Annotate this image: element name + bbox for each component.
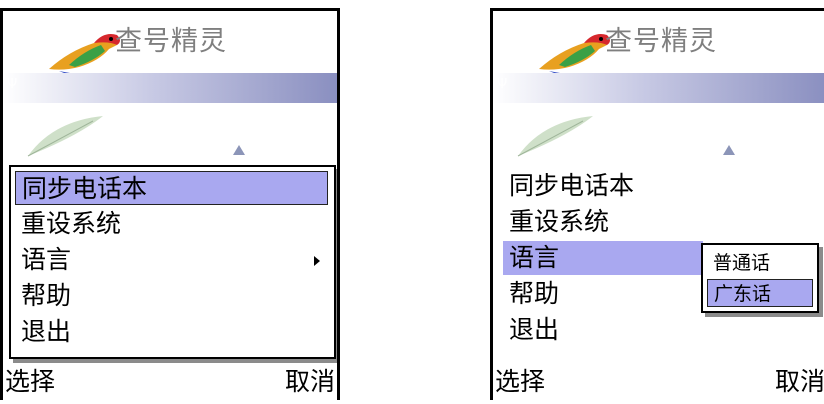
menu-item-sync-phonebook[interactable]: 同步电话本 xyxy=(503,169,816,203)
cancel-softkey[interactable]: 取消 xyxy=(285,362,335,398)
menu-item-reset-system[interactable]: 重设系统 xyxy=(503,205,816,239)
menu-item-label: 重设系统 xyxy=(21,209,122,238)
menu-item-label: 帮助 xyxy=(509,279,560,308)
submenu-item-label: 广东话 xyxy=(714,283,772,305)
menu-item-label: 语言 xyxy=(509,243,560,272)
signal-icon: Ψ xyxy=(7,77,18,92)
status-strip: Ψ xyxy=(493,73,824,103)
menu-item-language[interactable]: 语言 xyxy=(15,243,328,277)
cancel-softkey[interactable]: 取消 xyxy=(775,362,824,398)
options-menu: 同步电话本 重设系统 语言 帮助 退出 普通话 广东话 xyxy=(499,165,824,359)
wallpaper xyxy=(3,103,337,165)
submenu-arrow-icon xyxy=(314,256,320,266)
menu-item-label: 同步电话本 xyxy=(509,171,635,200)
menu-item-reset-system[interactable]: 重设系统 xyxy=(15,207,328,241)
menu-item-exit[interactable]: 退出 xyxy=(15,315,328,349)
menu-item-label: 语言 xyxy=(21,245,72,274)
triangle-decoration-icon xyxy=(723,145,735,155)
app-title: 查号精灵 xyxy=(115,26,227,57)
menu-item-label: 帮助 xyxy=(21,281,72,310)
submenu-item-cantonese[interactable]: 广东话 xyxy=(707,279,813,307)
phone-screen-left: 查号精灵 Ψ 同步电话本 重设系统 语言 帮助 退出 选择 取消 xyxy=(0,8,340,400)
select-softkey[interactable]: 选择 xyxy=(495,362,545,398)
wallpaper xyxy=(493,103,824,165)
menu-item-language[interactable]: 语言 xyxy=(503,241,703,275)
submenu-item-label: 普通话 xyxy=(713,252,771,274)
leaf-decoration-icon xyxy=(517,116,593,157)
menu-item-sync-phonebook[interactable]: 同步电话本 xyxy=(15,171,328,205)
menu-item-help[interactable]: 帮助 xyxy=(15,279,328,313)
title-bar: 查号精灵 xyxy=(3,11,337,79)
status-strip: Ψ xyxy=(3,73,337,103)
phone-screen-right: 查号精灵 Ψ 同步电话本 重设系统 语言 帮助 退出 普通话 广东话 选择 取消 xyxy=(490,8,824,400)
menu-item-label: 同步电话本 xyxy=(22,174,148,203)
softkey-bar: 选择 取消 xyxy=(3,360,337,400)
app-title: 查号精灵 xyxy=(605,26,717,57)
triangle-decoration-icon xyxy=(233,145,245,155)
menu-item-label: 重设系统 xyxy=(509,207,610,236)
submenu-item-mandarin[interactable]: 普通话 xyxy=(707,249,813,277)
options-menu: 同步电话本 重设系统 语言 帮助 退出 xyxy=(9,165,336,359)
title-bar: 查号精灵 xyxy=(493,11,824,79)
select-softkey[interactable]: 选择 xyxy=(5,362,55,398)
menu-item-exit[interactable]: 退出 xyxy=(503,313,816,347)
softkey-bar: 选择 取消 xyxy=(493,360,824,400)
menu-item-label: 退出 xyxy=(509,315,560,344)
menu-item-label: 退出 xyxy=(21,317,72,346)
language-submenu: 普通话 广东话 xyxy=(701,243,819,313)
leaf-decoration-icon xyxy=(27,116,103,157)
signal-icon: Ψ xyxy=(497,77,508,92)
